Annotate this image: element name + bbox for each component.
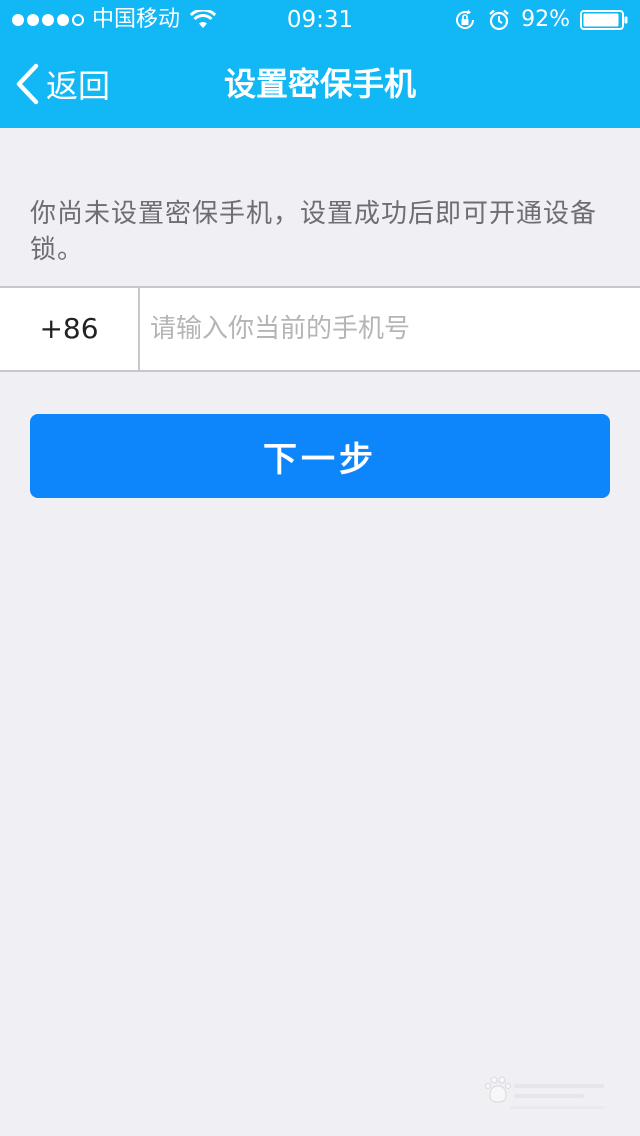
chevron-left-icon — [16, 63, 39, 105]
back-label: 返回 — [46, 67, 111, 105]
alarm-icon — [489, 9, 509, 31]
country-code-selector[interactable]: +86 — [0, 288, 140, 370]
status-bar: 中国移动 09:31 92% — [0, 0, 640, 40]
rotation-lock-icon — [456, 9, 475, 29]
battery-percent: 92% — [521, 7, 570, 32]
nav-bar: 返回 设置密保手机 — [0, 40, 640, 128]
battery-icon — [580, 10, 628, 30]
baidu-jingyan-watermark — [485, 1076, 605, 1109]
back-button[interactable]: 返回 — [14, 40, 110, 128]
header: 中国移动 09:31 92% 返回 设置密保手机 — [0, 0, 640, 128]
description-text: 你尚未设置密保手机，设置成功后即可开通设备锁。 — [30, 199, 598, 265]
phone-row: +86 — [0, 286, 640, 372]
status-right: 92% — [453, 0, 628, 40]
next-step-button[interactable]: 下一步 — [30, 414, 610, 498]
phone-number-input[interactable] — [150, 288, 620, 370]
